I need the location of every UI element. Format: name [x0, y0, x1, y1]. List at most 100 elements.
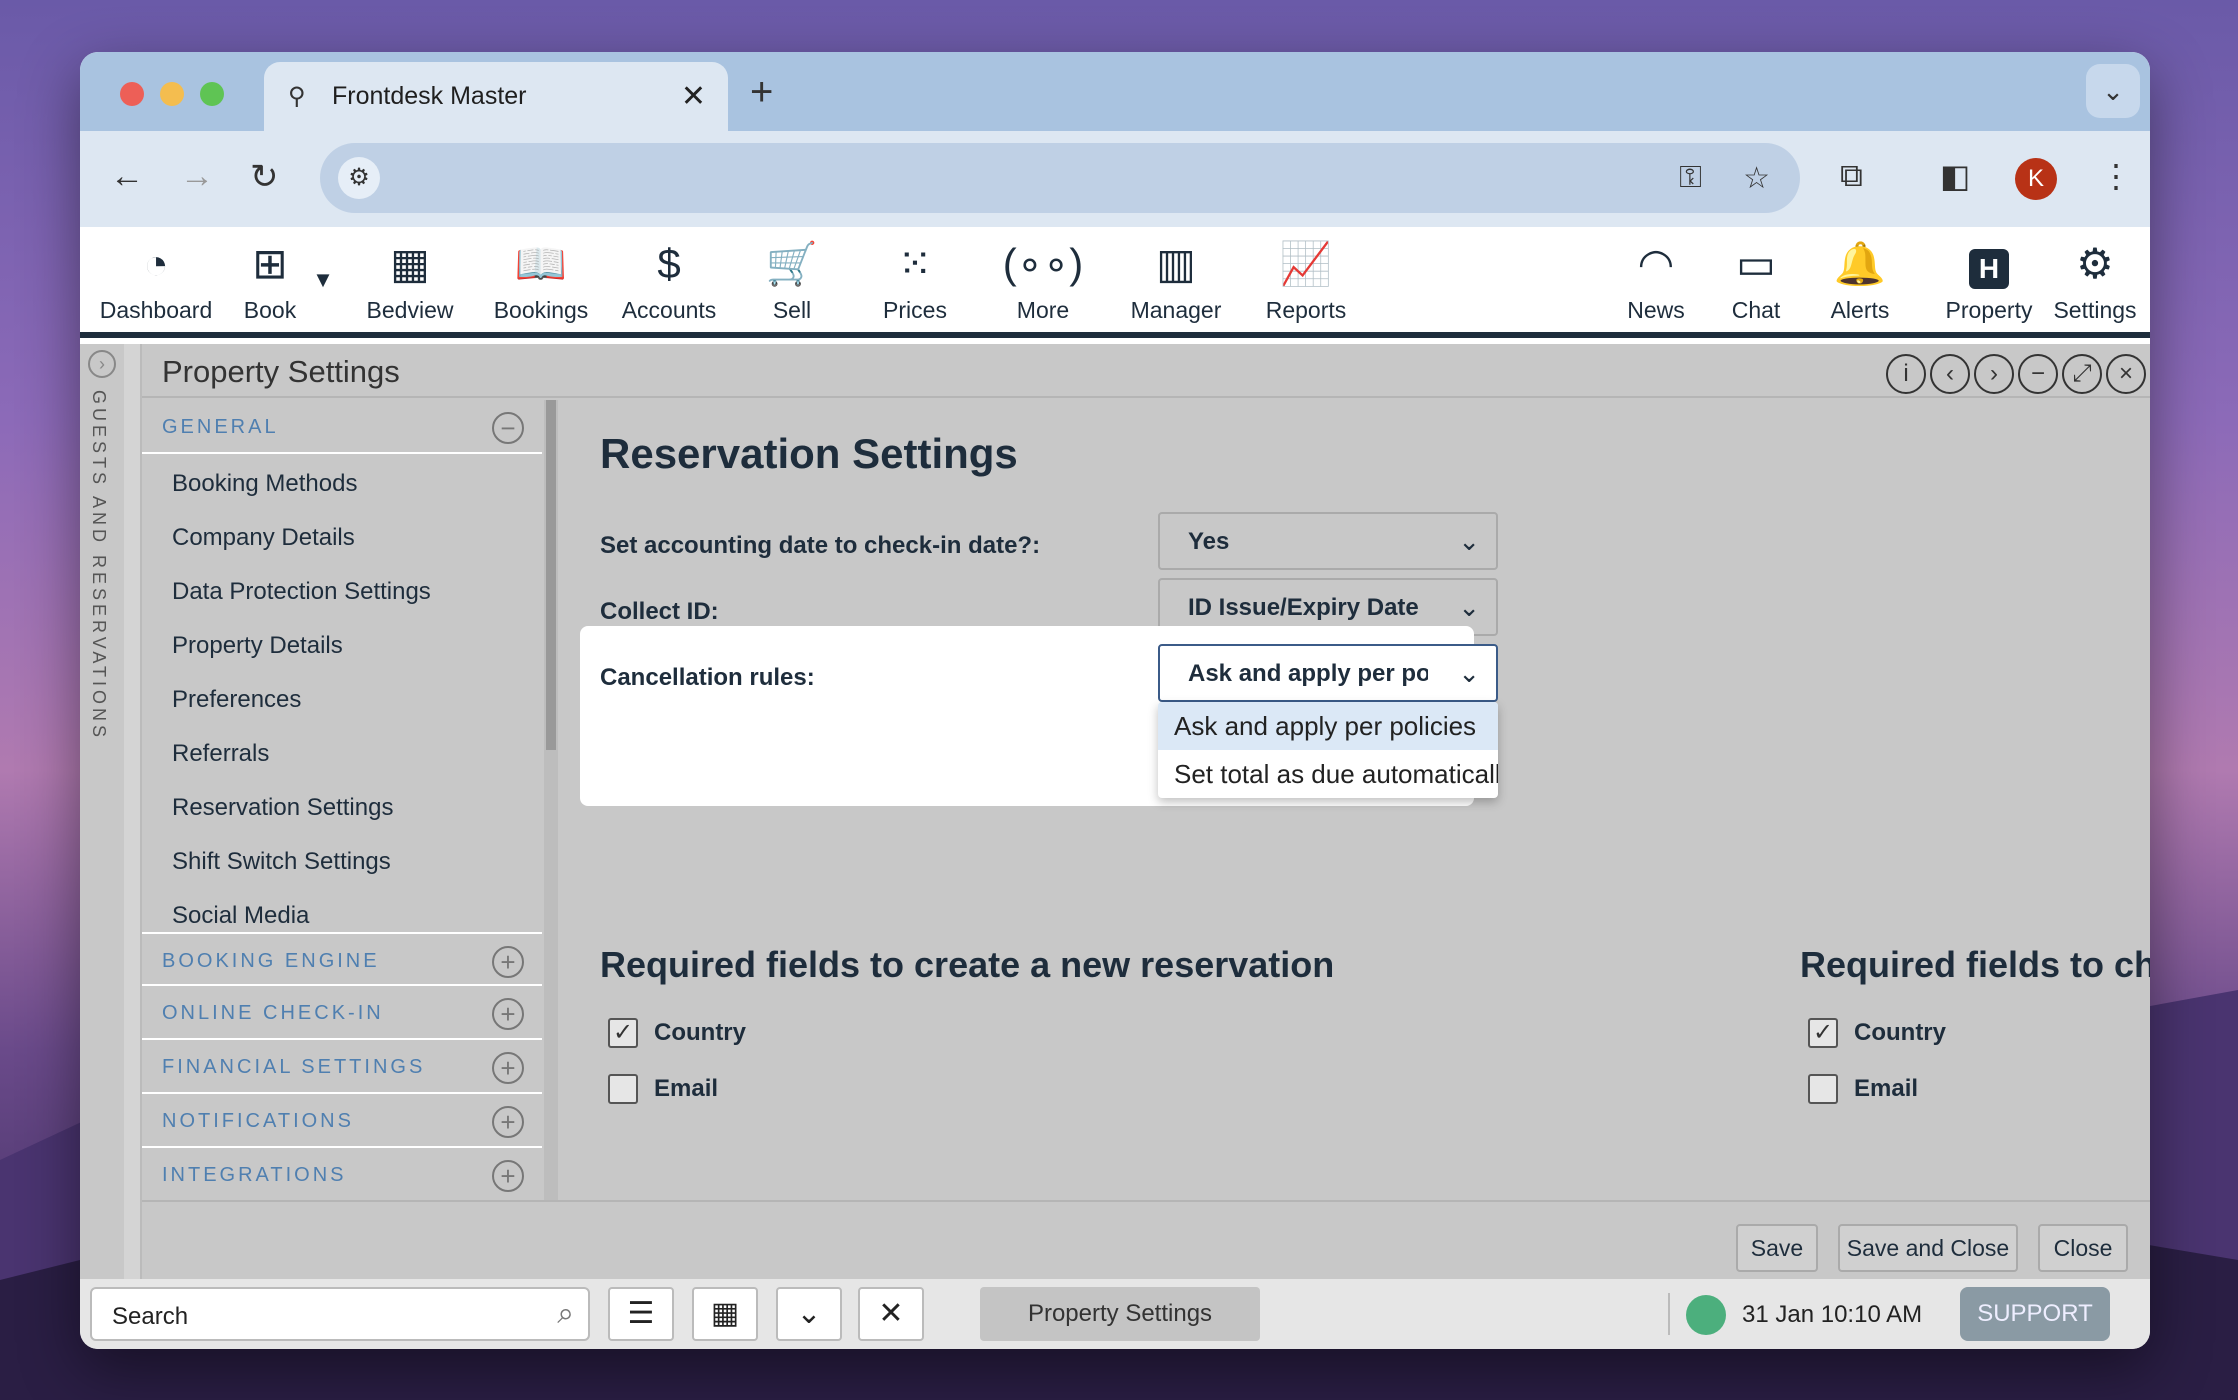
section-integrations[interactable]: INTEGRATIONS +: [142, 1148, 542, 1202]
bell-icon: 🔔: [1833, 240, 1887, 287]
menu-item-referrals[interactable]: Referrals: [172, 740, 269, 768]
menu-item-reservation-settings[interactable]: Reservation Settings: [172, 794, 393, 822]
previous-icon[interactable]: ‹: [1930, 354, 1970, 394]
expand-panel-icon[interactable]: ⤢: [2062, 354, 2102, 394]
support-button[interactable]: SUPPORT: [1960, 1287, 2110, 1341]
reload-icon[interactable]: ↻: [250, 157, 279, 197]
dropdown-option[interactable]: Set total as due automatically: [1158, 750, 1498, 798]
menu-item-booking-methods[interactable]: Booking Methods: [172, 470, 357, 498]
close-panel-icon[interactable]: ×: [2106, 354, 2146, 394]
nav-chat[interactable]: ▭ Chat: [1716, 237, 1796, 324]
nav-prices[interactable]: ⁙ Prices: [870, 237, 960, 324]
section-booking-engine[interactable]: BOOKING ENGINE +: [142, 932, 542, 986]
open-window-tab[interactable]: Property Settings: [980, 1287, 1260, 1341]
browser-menu-icon[interactable]: ⋮: [2100, 157, 2132, 195]
checkbox-checked[interactable]: ✓: [1808, 1018, 1838, 1048]
maximize-window-button[interactable]: [200, 82, 224, 106]
nav-reports[interactable]: 📈 Reports: [1256, 237, 1356, 324]
side-panel-icon[interactable]: ◧: [1940, 157, 1970, 195]
section-general[interactable]: GENERAL −: [142, 400, 542, 454]
cart-icon: 🛒: [765, 240, 819, 287]
expand-icon[interactable]: +: [492, 946, 524, 978]
menu-item-data-protection[interactable]: Data Protection Settings: [172, 578, 431, 606]
menu-scrollbar-thumb[interactable]: [546, 400, 556, 750]
nav-property[interactable]: H Property: [1924, 237, 2054, 324]
nav-accounts[interactable]: $ Accounts: [614, 237, 724, 324]
close-button[interactable]: Close: [2038, 1224, 2128, 1272]
back-icon[interactable]: ←: [110, 157, 144, 196]
nav-dashboard[interactable]: ◔ Dashboard: [96, 237, 216, 324]
dropdown-option[interactable]: Ask and apply per policies: [1158, 702, 1498, 750]
save-button[interactable]: Save: [1736, 1224, 1818, 1272]
minimize-panel-icon[interactable]: −: [2018, 354, 2058, 394]
strip-divider: [124, 344, 140, 1279]
cancellation-rules-select[interactable]: Ask and apply per policies ⌄: [1158, 644, 1498, 702]
menu-item-social-media[interactable]: Social Media: [172, 902, 309, 930]
required-checkin-country[interactable]: ✓ Country: [1808, 1018, 1946, 1048]
section-online-checkin[interactable]: ONLINE CHECK-IN +: [142, 986, 542, 1040]
browser-tab[interactable]: ⚲ Frontdesk Master ✕: [264, 62, 728, 131]
menu-item-shift-switch[interactable]: Shift Switch Settings: [172, 848, 391, 876]
app-navigation: ◔ Dashboard ⊞ Book ▼ ▦ Bedview 📖 Bookings $ A…: [80, 227, 2150, 338]
section-financial-settings[interactable]: FINANCIAL SETTINGS +: [142, 1040, 542, 1094]
collapse-icon[interactable]: −: [492, 412, 524, 444]
menu-item-preferences[interactable]: Preferences: [172, 686, 301, 714]
list-view-button[interactable]: ☰: [608, 1287, 674, 1341]
forward-icon[interactable]: →: [180, 157, 214, 196]
next-icon[interactable]: ›: [1974, 354, 2014, 394]
save-and-close-button[interactable]: Save and Close: [1838, 1224, 2018, 1272]
checkbox-unchecked[interactable]: [608, 1074, 638, 1104]
extensions-icon[interactable]: ⧉: [1840, 157, 1863, 195]
search-icon[interactable]: ⌕: [557, 1297, 574, 1331]
expand-strip-icon[interactable]: ›: [88, 350, 116, 378]
nav-more[interactable]: (∘∘) More: [998, 237, 1088, 324]
nav-book[interactable]: ⊞ Book: [230, 237, 310, 324]
reservation-settings-heading: Reservation Settings: [600, 430, 1018, 477]
dots-grid-icon: ⁙: [897, 240, 933, 287]
menu-item-property-details[interactable]: Property Details: [172, 632, 343, 660]
key-icon[interactable]: ⚿: [1679, 161, 1702, 195]
book-dropdown-icon[interactable]: ▼: [308, 267, 338, 293]
accounting-date-select[interactable]: Yes ⌄: [1158, 512, 1498, 570]
required-new-email[interactable]: Email: [608, 1074, 718, 1104]
chevron-down-icon: ⌄: [1458, 526, 1480, 556]
new-tab-button[interactable]: +: [750, 70, 773, 115]
expand-icon[interactable]: +: [492, 1160, 524, 1192]
accounts-dollar-icon: $: [657, 240, 681, 287]
required-new-country[interactable]: ✓ Country: [608, 1018, 746, 1048]
nav-manager[interactable]: ▥ Manager: [1126, 237, 1226, 324]
tab-search-button[interactable]: ⌄: [2086, 64, 2140, 118]
nav-settings[interactable]: ⚙ Settings: [2050, 237, 2140, 324]
address-bar[interactable]: ⚙ ⚿ ☆: [320, 143, 1800, 213]
grid-view-button[interactable]: ▦: [692, 1287, 758, 1341]
checkbox-unchecked[interactable]: [1808, 1074, 1838, 1104]
collect-id-label: Collect ID:: [600, 598, 719, 625]
nav-alerts[interactable]: 🔔 Alerts: [1820, 237, 1900, 324]
expand-icon[interactable]: +: [492, 1106, 524, 1138]
nav-news[interactable]: ◠ News: [1616, 237, 1696, 324]
site-info-icon[interactable]: ⚙: [338, 157, 380, 199]
nav-sell[interactable]: 🛒 Sell: [752, 237, 832, 324]
checkbox-checked[interactable]: ✓: [608, 1018, 638, 1048]
tab-title: Frontdesk Master: [332, 82, 527, 110]
search-input[interactable]: Search ⌕: [90, 1287, 590, 1341]
close-all-button[interactable]: ✕: [858, 1287, 924, 1341]
nav-bookings[interactable]: 📖 Bookings: [486, 237, 596, 324]
plus-square-icon: ⊞: [252, 240, 288, 287]
required-checkin-email[interactable]: Email: [1808, 1074, 1918, 1104]
close-tab-icon[interactable]: ✕: [681, 79, 706, 114]
accounting-date-label: Set accounting date to check-in date?:: [600, 532, 1041, 559]
minimize-window-button[interactable]: [160, 82, 184, 106]
nav-bedview[interactable]: ▦ Bedview: [360, 237, 460, 324]
chevron-down-button[interactable]: ⌄: [776, 1287, 842, 1341]
expand-icon[interactable]: +: [492, 998, 524, 1030]
menu-item-company-details[interactable]: Company Details: [172, 524, 355, 552]
close-window-button[interactable]: [120, 82, 144, 106]
guests-reservations-strip[interactable]: › GUESTS AND RESERVATIONS: [80, 344, 124, 1279]
profile-avatar[interactable]: K: [2015, 158, 2057, 200]
gear-icon: ⚙: [2076, 240, 2114, 287]
expand-icon[interactable]: +: [492, 1052, 524, 1084]
info-icon[interactable]: i: [1886, 354, 1926, 394]
section-notifications[interactable]: NOTIFICATIONS +: [142, 1094, 542, 1148]
bookmark-star-icon[interactable]: ☆: [1743, 161, 1770, 196]
